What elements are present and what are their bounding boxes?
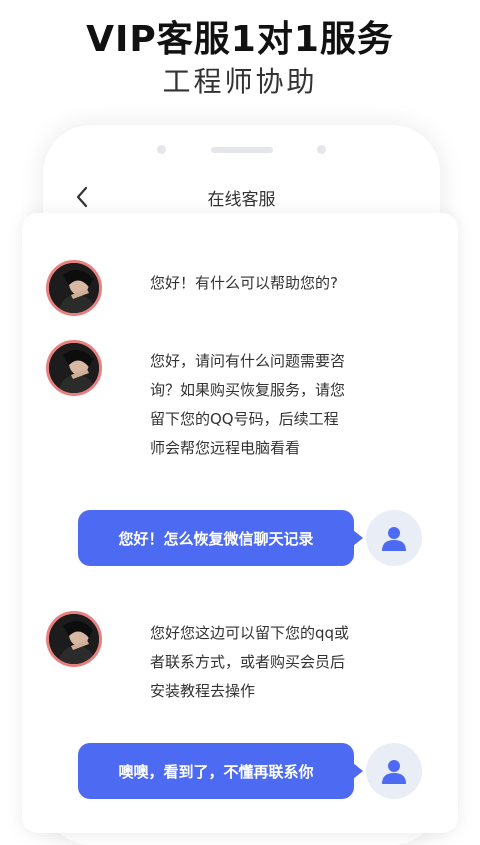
user-icon — [382, 527, 406, 551]
agent-photo-icon — [49, 343, 99, 393]
nav-title: 在线客服 — [207, 190, 276, 210]
agent-message: 您好！有什么可以帮助您的? — [150, 274, 338, 292]
sensor-dot — [317, 145, 326, 154]
user-avatar — [366, 743, 422, 799]
speaker-grille — [211, 147, 273, 153]
subheadline: 工程师协助 — [162, 65, 318, 98]
user-message: 噢噢，看到了，不懂再联系你 — [78, 743, 363, 799]
agent-photo-icon — [49, 614, 99, 664]
camera-dot — [157, 145, 166, 154]
headline: VIP客服1对1服务 — [86, 19, 394, 60]
agent-message: 您好您这边可以留下您的qq或 者联系方式，或者购买会员后 安装教程去操作 — [150, 624, 350, 700]
agent-message: 您好，请问有什么问题需要咨 询？如果购买恢复服务，请您 留下您的QQ号码，后续工… — [150, 352, 346, 457]
agent-avatar — [46, 260, 102, 316]
agent-photo-icon — [49, 263, 99, 313]
agent-avatar — [46, 340, 102, 396]
user-message: 您好！怎么恢复微信聊天记录 — [78, 510, 363, 566]
agent-avatar — [46, 611, 102, 667]
user-avatar — [366, 510, 422, 566]
user-icon — [382, 760, 406, 784]
chat-panel: 您好！有什么可以帮助您的? 您好，请问有什么问题需要咨 询？如果购买恢复服务，请… — [22, 213, 458, 833]
